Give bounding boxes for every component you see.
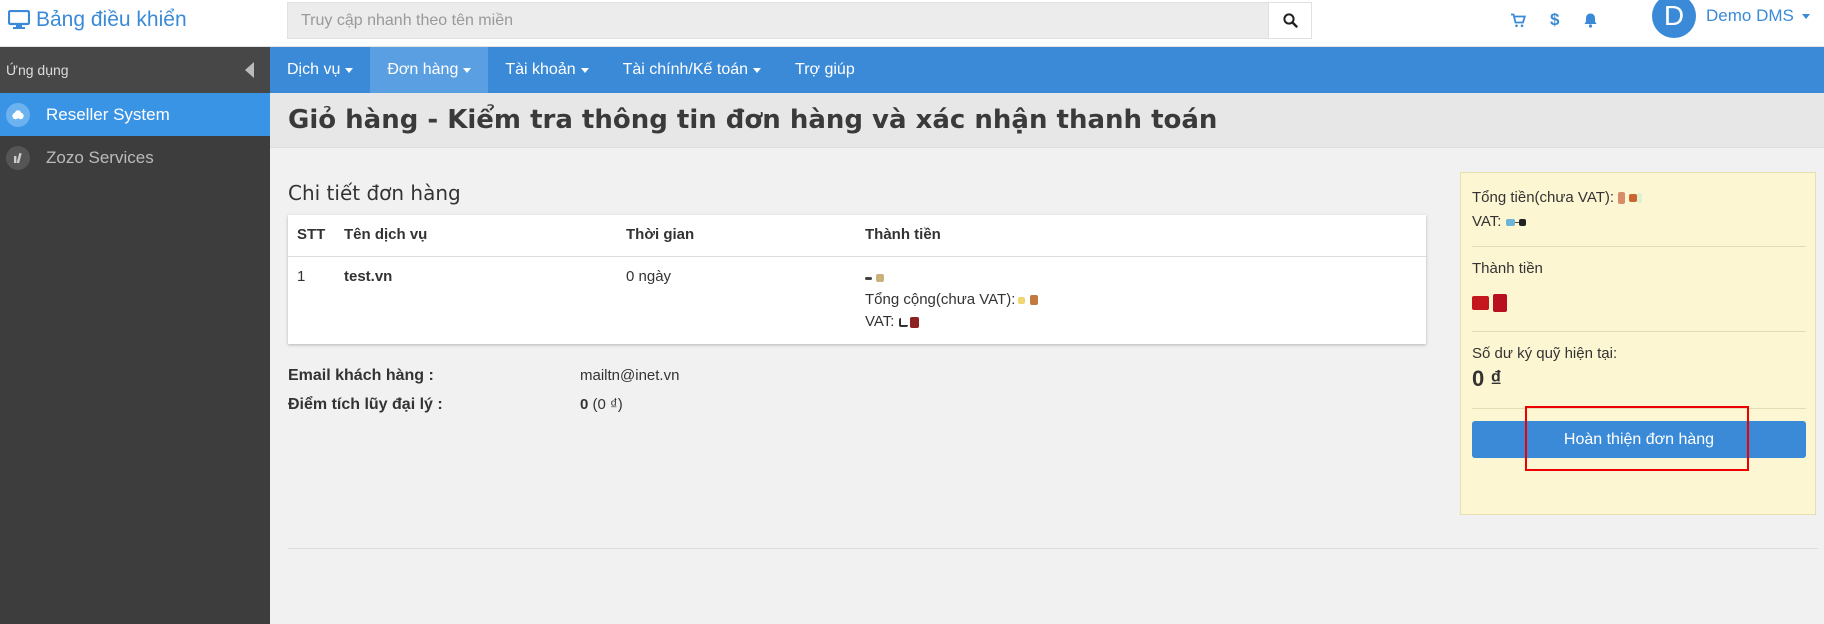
email-label: Email khách hàng : (288, 367, 434, 384)
page-title: Giỏ hàng - Kiểm tra thông tin đơn hàng v… (288, 105, 1218, 135)
nav-item-help[interactable]: Trợ giúp (778, 47, 872, 93)
grand-total-redacted (1472, 294, 1508, 313)
header-icons: $ (1510, 0, 1598, 40)
search-button[interactable] (1269, 2, 1312, 39)
vat-label: VAT: (865, 313, 895, 330)
nav-item-label: Đơn hàng (387, 61, 459, 78)
sidebar: Ứng dụng Reseller System Zozo Services (0, 47, 270, 624)
summary-vat-row: VAT: (1472, 213, 1526, 230)
nav-item-services[interactable]: Dịch vụ (270, 47, 370, 93)
sidebar-header: Ứng dụng (0, 47, 270, 93)
user-name-label: Demo DMS (1706, 6, 1794, 25)
caret-down-icon (1801, 13, 1810, 19)
total-label: Tổng tiền(chưa VAT): (1472, 189, 1615, 206)
grand-total-label: Thành tiền (1472, 260, 1543, 277)
nav-item-account[interactable]: Tài khoản (488, 47, 605, 93)
dollar-icon[interactable]: $ (1550, 10, 1559, 30)
subtotal-line: Tổng cộng(chưa VAT): (865, 289, 1038, 311)
points-value: 0 (0 ₫) (580, 396, 623, 413)
complete-order-button[interactable]: Hoàn thiện đơn hàng (1472, 421, 1806, 458)
main-nav: Dịch vụ Đơn hàng Tài khoản Tài chính/Kế … (270, 47, 1824, 93)
cell-amount: Tổng cộng(chưa VAT): VAT: (865, 267, 1038, 333)
column-header-duration: Thời gian (626, 226, 695, 243)
content-divider (288, 548, 1818, 549)
nav-item-finance[interactable]: Tài chính/Kế toán (606, 47, 778, 93)
cell-duration: 0 ngày (626, 268, 672, 285)
zozo-logo-icon (6, 145, 30, 170)
collapse-sidebar-icon[interactable] (245, 62, 254, 78)
caret-down-icon (580, 67, 589, 73)
sidebar-item-label: Zozo Services (46, 147, 154, 167)
cell-service: test.vn (344, 268, 393, 285)
summary-divider (1472, 331, 1806, 332)
avatar: D (1652, 0, 1696, 38)
email-value: mailtn@inet.vn (580, 367, 680, 384)
brand-link[interactable]: Bảng điều khiển (8, 8, 187, 32)
nav-item-label: Dịch vụ (287, 61, 341, 78)
sidebar-item-zozo-services[interactable]: Zozo Services (0, 136, 270, 179)
nav-item-label: Tài khoản (505, 61, 576, 78)
summary-divider (1472, 246, 1806, 247)
order-summary-panel: Tổng tiền(chưa VAT): VAT: Thành tiền Số … (1460, 172, 1816, 515)
caret-down-icon (463, 67, 472, 73)
caret-down-icon (753, 67, 762, 73)
page-title-bar: Giỏ hàng - Kiểm tra thông tin đơn hàng v… (270, 93, 1824, 148)
points-money: (0 ₫) (592, 396, 623, 413)
sidebar-item-label: Reseller System (46, 104, 170, 124)
cell-stt: 1 (297, 268, 306, 285)
summary-divider (1472, 408, 1806, 409)
vat-line: VAT: (865, 311, 1038, 333)
search-bar (287, 2, 1312, 39)
balance-label: Số dư ký quỹ hiện tại: (1472, 345, 1618, 362)
total-row: Tổng tiền(chưa VAT): (1472, 189, 1643, 206)
user-menu[interactable]: D Demo DMS (1652, 0, 1810, 38)
points-label: Điểm tích lũy đại lý : (288, 396, 443, 413)
cart-icon[interactable] (1510, 13, 1526, 28)
cloud-icon (6, 102, 30, 127)
search-icon (1282, 13, 1298, 28)
user-name: Demo DMS (1706, 6, 1810, 26)
top-bar: Bảng điều khiển $ D Demo DMS (0, 0, 1824, 47)
nav-item-orders[interactable]: Đơn hàng (370, 47, 489, 93)
column-header-service: Tên dịch vụ (344, 226, 428, 243)
balance-value: 0 ₫ (1472, 366, 1502, 391)
nav-item-label: Tài chính/Kế toán (622, 61, 749, 78)
section-title: Chi tiết đơn hàng (288, 181, 461, 205)
sidebar-heading: Ứng dụng (6, 62, 69, 78)
summary-vat-label: VAT: (1472, 213, 1502, 230)
points-number: 0 (580, 396, 589, 413)
subtotal-label: Tổng cộng(chưa VAT): (865, 291, 1016, 308)
sidebar-item-reseller-system[interactable]: Reseller System (0, 93, 270, 136)
column-header-amount: Thành tiền (865, 226, 941, 243)
caret-down-icon (345, 67, 354, 73)
amount-redacted (865, 267, 1038, 289)
order-table: STT Tên dịch vụ Thời gian Thành tiền 1 t… (288, 215, 1426, 344)
column-header-stt: STT (297, 226, 326, 243)
table-header-divider (288, 256, 1426, 257)
search-input[interactable] (287, 2, 1269, 39)
brand-title: Bảng điều khiển (36, 8, 187, 31)
nav-item-label: Trợ giúp (795, 61, 855, 78)
bell-icon[interactable] (1583, 12, 1598, 28)
monitor-icon (8, 10, 30, 29)
